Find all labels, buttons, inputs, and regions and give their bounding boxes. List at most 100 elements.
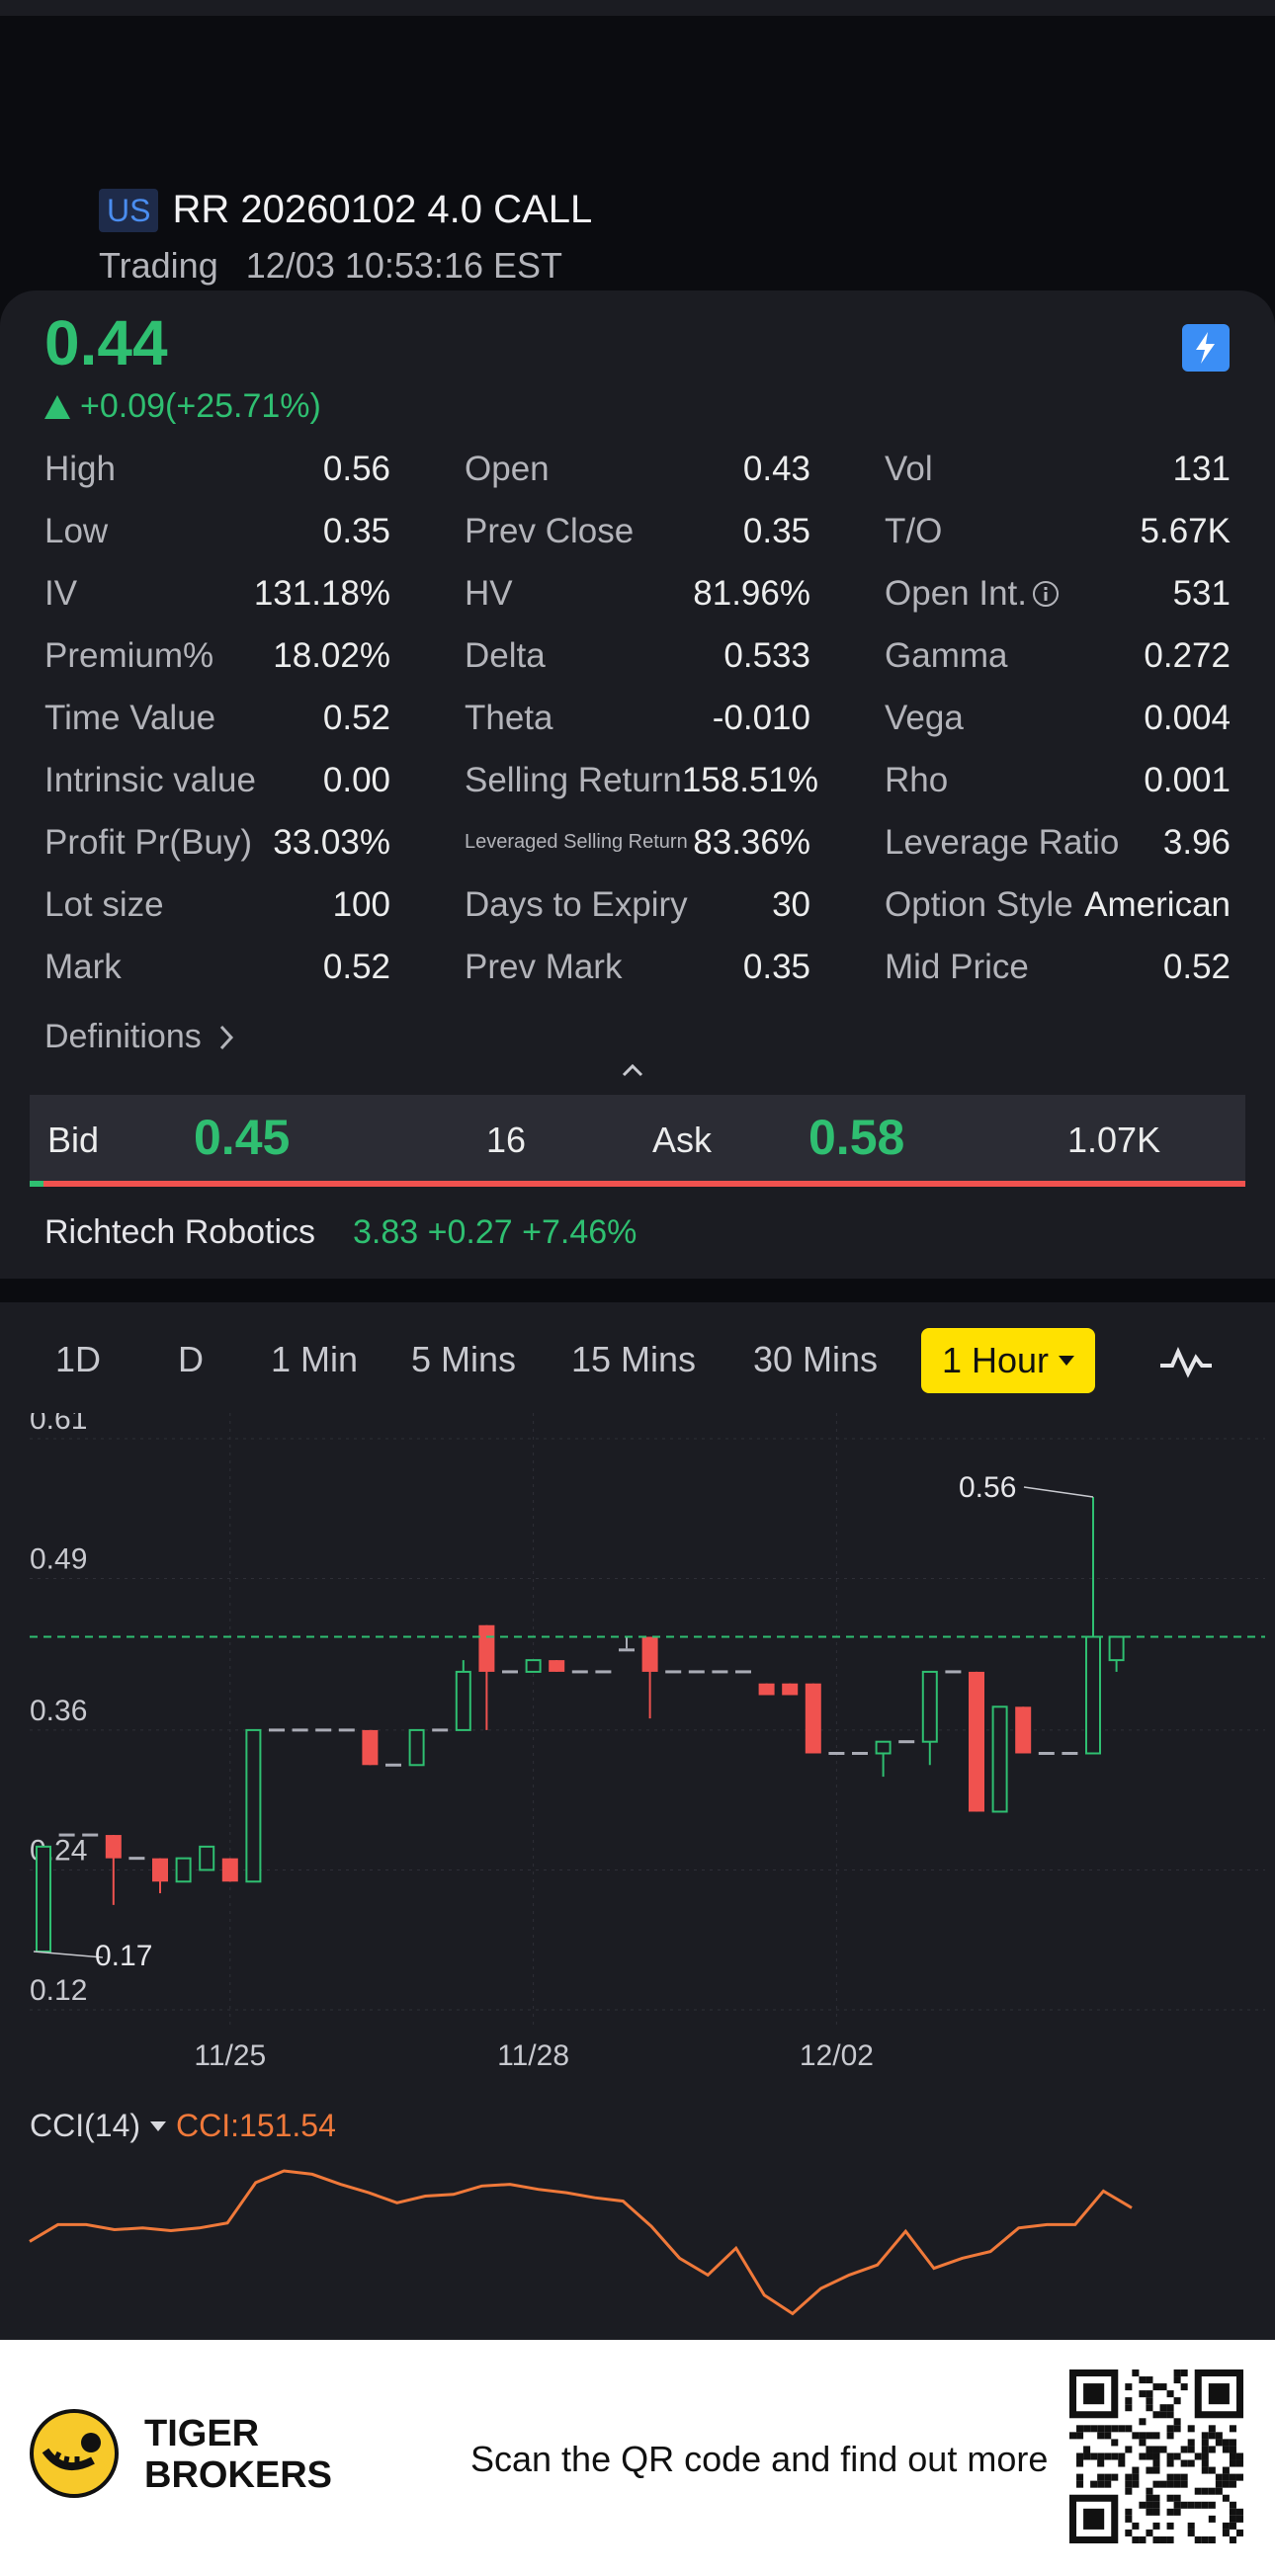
- qr-module: [1166, 2390, 1174, 2398]
- indicator-icon[interactable]: [1156, 1342, 1216, 1381]
- qr-module: [1076, 2459, 1084, 2467]
- qr-module: [1215, 2473, 1223, 2481]
- candle-body: [1108, 1635, 1125, 1662]
- qr-module: [1132, 2535, 1140, 2543]
- candle-body: [1038, 1751, 1055, 1755]
- qr-module: [1180, 2480, 1188, 2488]
- qr-module: [1125, 2480, 1133, 2488]
- stat-row: Leveraged Selling Return 83.36%: [465, 811, 810, 873]
- active-timeframe-label: 1 Hour: [941, 1340, 1050, 1380]
- qr-module: [1146, 2501, 1153, 2509]
- qr-module: [1159, 2480, 1167, 2488]
- qr-module: [1118, 2425, 1126, 2433]
- stat-row: Delta 0.533: [465, 624, 810, 687]
- qr-module: [1146, 2432, 1153, 2440]
- qr-module: [1215, 2432, 1223, 2440]
- qr-module: [1132, 2466, 1140, 2474]
- qr-module: [1187, 2425, 1195, 2433]
- qr-module: [1132, 2432, 1140, 2440]
- qr-module: [1208, 2501, 1216, 2509]
- candle-body: [478, 1624, 495, 1672]
- tab-15-mins[interactable]: 15 Mins: [571, 1339, 696, 1380]
- qr-module: [1104, 2432, 1112, 2440]
- candle-body: [175, 1857, 192, 1883]
- qr-module: [1173, 2376, 1181, 2384]
- qr-module: [1166, 2494, 1174, 2502]
- tab-1d[interactable]: 1D: [55, 1339, 101, 1380]
- candle-body: [269, 1728, 285, 1732]
- stat-value: 0.35: [322, 511, 390, 550]
- qr-module: [1229, 2425, 1236, 2433]
- stat-row: Open 0.43: [465, 438, 810, 500]
- stat-label: Mark: [44, 947, 122, 986]
- qr-module: [1208, 2446, 1216, 2453]
- candle-body: [315, 1728, 332, 1732]
- qr-module: [1125, 2425, 1133, 2433]
- qr-module: [1125, 2508, 1133, 2516]
- qr-module: [1201, 2446, 1209, 2453]
- qr-module: [1097, 2480, 1105, 2488]
- stat-label: Prev Close: [465, 511, 635, 550]
- stat-value: 5.67K: [1140, 511, 1231, 550]
- candle-body: [525, 1659, 542, 1673]
- stat-row: Leverage Ratio 3.96: [885, 811, 1231, 873]
- flash-order-icon[interactable]: [1182, 324, 1230, 372]
- definitions-link[interactable]: Definitions: [44, 1018, 236, 1056]
- high-label: 0.56: [959, 1471, 1016, 1504]
- qr-module: [1173, 2508, 1181, 2516]
- stat-row: Theta -0.010: [465, 687, 810, 749]
- qr-module: [1180, 2473, 1188, 2481]
- qr-module: [1090, 2425, 1098, 2433]
- qr-module: [1090, 2480, 1098, 2488]
- qr-module: [1173, 2397, 1181, 2405]
- last-price: 0.44: [44, 307, 168, 378]
- qr-module: [1166, 2452, 1174, 2460]
- tab-1-min[interactable]: 1 Min: [271, 1339, 358, 1380]
- stat-label: Intrinsic value: [44, 760, 256, 799]
- qr-module: [1139, 2501, 1147, 2509]
- qr-module: [1104, 2473, 1112, 2481]
- tab-5-mins[interactable]: 5 Mins: [411, 1339, 516, 1380]
- qr-module: [1104, 2425, 1112, 2433]
- qr-module: [1076, 2480, 1084, 2488]
- tab-1-hour[interactable]: 1 Hour: [921, 1328, 1095, 1393]
- candle-body: [758, 1683, 775, 1696]
- stat-row: Selling Return 158.51%: [465, 749, 818, 811]
- candle-body: [875, 1740, 892, 1755]
- stat-row: Time Value 0.52: [44, 687, 390, 749]
- underlying-quote[interactable]: Richtech Robotics 3.83 +0.27 +7.46%: [44, 1213, 637, 1252]
- candle-body: [455, 1670, 471, 1731]
- ask-depth-bar: [43, 1181, 1245, 1187]
- ask-price: 0.58: [808, 1110, 905, 1165]
- qr-module: [1166, 2432, 1174, 2440]
- qr-module: [1111, 2452, 1119, 2460]
- cci-label: CCI(14): [30, 2108, 141, 2143]
- qr-module: [1229, 2459, 1236, 2467]
- qr-module: [1097, 2452, 1105, 2460]
- stat-value: 100: [332, 884, 390, 924]
- chevron-up-icon[interactable]: [621, 1057, 644, 1081]
- qr-module: [1076, 2452, 1084, 2460]
- tab-30-mins[interactable]: 30 Mins: [753, 1339, 878, 1380]
- qr-module: [1125, 2515, 1133, 2523]
- qr-module: [1146, 2404, 1153, 2412]
- cci-header[interactable]: CCI(14) CCI:151.54: [30, 2108, 336, 2144]
- info-icon[interactable]: [1031, 579, 1061, 609]
- market-badge: US: [99, 188, 159, 232]
- stat-value: 0.35: [742, 511, 810, 550]
- underlying-price: 3.83 +0.27 +7.46%: [353, 1213, 638, 1251]
- candlestick-chart[interactable]: 0.610.490.360.240.1211/25 11/28 12/020.560…: [0, 1413, 1275, 2085]
- tab-day[interactable]: D: [178, 1339, 204, 1380]
- cci-line: [29, 2169, 1133, 2316]
- qr-module: [1152, 2480, 1160, 2488]
- qr-module: [1076, 2425, 1084, 2433]
- candle-body: [619, 1648, 635, 1652]
- qr-module: [1132, 2522, 1140, 2530]
- candle-body: [549, 1660, 565, 1672]
- qr-module: [1173, 2501, 1181, 2509]
- candle-body: [1062, 1751, 1078, 1755]
- qr-module: [1173, 2425, 1181, 2433]
- bid-size: 16: [486, 1120, 527, 1160]
- candle-body: [688, 1670, 705, 1674]
- stat-label: Gamma: [885, 635, 1008, 675]
